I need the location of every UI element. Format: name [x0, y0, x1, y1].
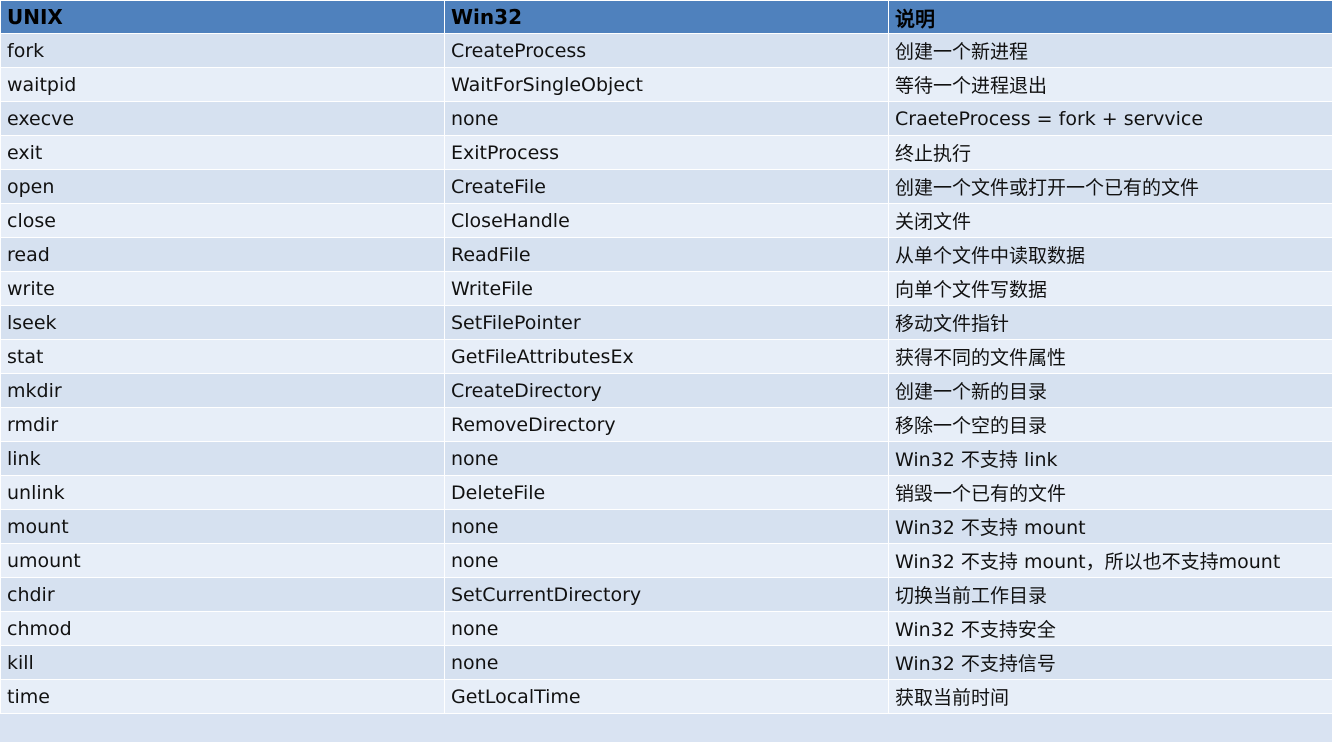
- description-cell: 创建一个文件或打开一个已有的文件: [888, 169, 1332, 204]
- table-row: read ReadFile 从单个文件中读取数据: [0, 237, 1332, 272]
- unix-cell: chdir: [0, 577, 445, 612]
- description-cell: 移除一个空的目录: [888, 407, 1332, 442]
- win32-cell: CloseHandle: [444, 203, 889, 238]
- table-row: waitpid WaitForSingleObject 等待一个进程退出: [0, 67, 1332, 102]
- win32-cell: RemoveDirectory: [444, 407, 889, 442]
- win32-cell: none: [444, 543, 889, 578]
- table-row: lseek SetFilePointer 移动文件指针: [0, 305, 1332, 340]
- win32-cell: none: [444, 509, 889, 544]
- unix-cell: stat: [0, 339, 445, 374]
- unix-cell: execve: [0, 101, 445, 136]
- table-row: chdir SetCurrentDirectory 切换当前工作目录: [0, 577, 1332, 612]
- description-cell: 关闭文件: [888, 203, 1332, 238]
- description-cell: 移动文件指针: [888, 305, 1332, 340]
- unix-cell: open: [0, 169, 445, 204]
- table-body: fork CreateProcess 创建一个新进程 waitpid WaitForSi…: [0, 33, 1332, 714]
- win32-cell: ReadFile: [444, 237, 889, 272]
- unix-cell: fork: [0, 33, 445, 68]
- unix-cell: chmod: [0, 611, 445, 646]
- win32-cell: GetLocalTime: [444, 679, 889, 714]
- unix-cell: waitpid: [0, 67, 445, 102]
- win32-cell: WriteFile: [444, 271, 889, 306]
- description-cell: Win32 不支持 mount，所以也不支持mount: [888, 543, 1332, 578]
- table-row: write WriteFile 向单个文件写数据: [0, 271, 1332, 306]
- unix-cell: time: [0, 679, 445, 714]
- win32-cell: none: [444, 645, 889, 680]
- table-row: close CloseHandle 关闭文件: [0, 203, 1332, 238]
- table-row: open CreateFile 创建一个文件或打开一个已有的文件: [0, 169, 1332, 204]
- unix-cell: link: [0, 441, 445, 476]
- unix-cell: rmdir: [0, 407, 445, 442]
- syscall-comparison-table-container: UNIX Win32 说明 fork CreateProcess 创建一个新进程 wa…: [0, 0, 1332, 742]
- unix-cell: mount: [0, 509, 445, 544]
- win32-cell: ExitProcess: [444, 135, 889, 170]
- unix-cell: close: [0, 203, 445, 238]
- header-win32: Win32: [444, 0, 889, 34]
- win32-cell: CreateDirectory: [444, 373, 889, 408]
- description-cell: Win32 不支持 link: [888, 441, 1332, 476]
- table-row: time GetLocalTime 获取当前时间: [0, 679, 1332, 714]
- win32-cell: WaitForSingleObject: [444, 67, 889, 102]
- win32-cell: CreateProcess: [444, 33, 889, 68]
- description-cell: Win32 不支持安全: [888, 611, 1332, 646]
- table-row: rmdir RemoveDirectory 移除一个空的目录: [0, 407, 1332, 442]
- header-row: UNIX Win32 说明: [0, 0, 1332, 34]
- table-row: stat GetFileAttributesEx 获得不同的文件属性: [0, 339, 1332, 374]
- win32-cell: DeleteFile: [444, 475, 889, 510]
- header-description: 说明: [888, 0, 1332, 34]
- table-row: unlink DeleteFile 销毁一个已有的文件: [0, 475, 1332, 510]
- description-cell: 获取当前时间: [888, 679, 1332, 714]
- unix-cell: kill: [0, 645, 445, 680]
- description-cell: 销毁一个已有的文件: [888, 475, 1332, 510]
- table-header: UNIX Win32 说明: [0, 0, 1332, 34]
- table-row: kill none Win32 不支持信号: [0, 645, 1332, 680]
- description-cell: 向单个文件写数据: [888, 271, 1332, 306]
- unix-cell: exit: [0, 135, 445, 170]
- description-cell: 切换当前工作目录: [888, 577, 1332, 612]
- table-row: chmod none Win32 不支持安全: [0, 611, 1332, 646]
- win32-cell: GetFileAttributesEx: [444, 339, 889, 374]
- description-cell: 创建一个新进程: [888, 33, 1332, 68]
- win32-cell: none: [444, 441, 889, 476]
- description-cell: Win32 不支持 mount: [888, 509, 1332, 544]
- table-row: mount none Win32 不支持 mount: [0, 509, 1332, 544]
- description-cell: 终止执行: [888, 135, 1332, 170]
- description-cell: 从单个文件中读取数据: [888, 237, 1332, 272]
- unix-cell: write: [0, 271, 445, 306]
- unix-cell: lseek: [0, 305, 445, 340]
- table-row: exit ExitProcess 终止执行: [0, 135, 1332, 170]
- unix-cell: read: [0, 237, 445, 272]
- description-cell: Win32 不支持信号: [888, 645, 1332, 680]
- description-cell: 获得不同的文件属性: [888, 339, 1332, 374]
- table-row: mkdir CreateDirectory 创建一个新的目录: [0, 373, 1332, 408]
- header-unix: UNIX: [0, 0, 445, 34]
- win32-cell: none: [444, 101, 889, 136]
- win32-cell: SetFilePointer: [444, 305, 889, 340]
- table-row: umount none Win32 不支持 mount，所以也不支持mount: [0, 543, 1332, 578]
- unix-cell: umount: [0, 543, 445, 578]
- description-cell: 创建一个新的目录: [888, 373, 1332, 408]
- table-row: link none Win32 不支持 link: [0, 441, 1332, 476]
- win32-cell: CreateFile: [444, 169, 889, 204]
- win32-cell: SetCurrentDirectory: [444, 577, 889, 612]
- syscall-comparison-table: UNIX Win32 说明 fork CreateProcess 创建一个新进程 wa…: [0, 0, 1332, 714]
- unix-cell: unlink: [0, 475, 445, 510]
- table-row: fork CreateProcess 创建一个新进程: [0, 33, 1332, 68]
- win32-cell: none: [444, 611, 889, 646]
- description-cell: CraeteProcess = fork + servvice: [888, 101, 1332, 136]
- unix-cell: mkdir: [0, 373, 445, 408]
- table-row: execve none CraeteProcess = fork + servvic…: [0, 101, 1332, 136]
- description-cell: 等待一个进程退出: [888, 67, 1332, 102]
